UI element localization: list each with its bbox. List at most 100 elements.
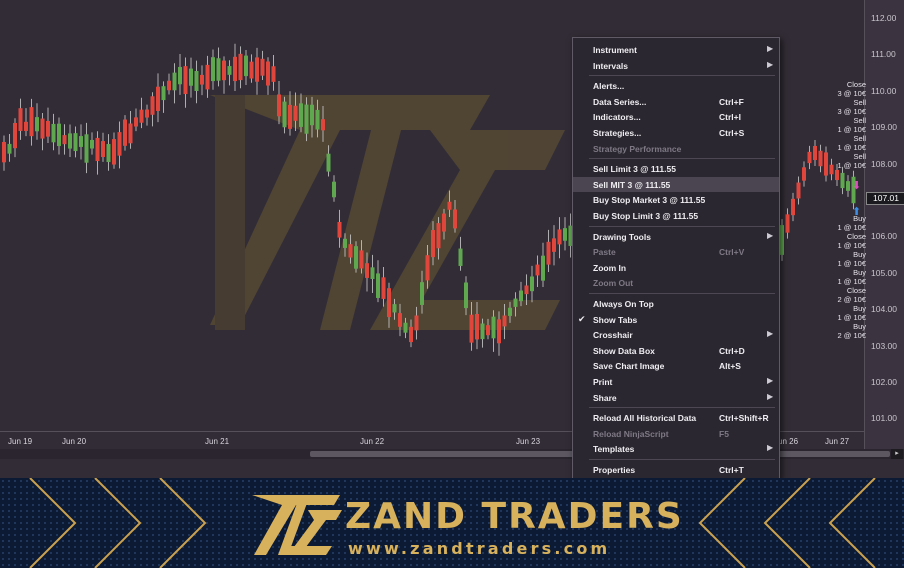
- candle-body: [802, 167, 806, 181]
- scroll-right-icon[interactable]: ▸: [891, 449, 903, 459]
- menu-item-properties[interactable]: Properties Ctrl+T: [573, 462, 779, 477]
- candle-body: [546, 241, 551, 265]
- candle-body: [172, 72, 177, 91]
- candle-body: [277, 94, 281, 117]
- candle-body: [392, 304, 397, 313]
- menu-item-label: Zoom In: [593, 262, 627, 273]
- menu-item-print[interactable]: Print ▶: [573, 374, 779, 389]
- candle-body: [62, 135, 67, 145]
- menu-item-label: Strategy Performance: [593, 143, 682, 154]
- price-axis[interactable]: 112.00111.00110.00109.00108.00107.00106.…: [864, 0, 904, 450]
- candle-body: [475, 314, 479, 340]
- menu-item-label: Strategies...: [593, 128, 642, 138]
- menu-item-label: Templates: [593, 444, 635, 455]
- menu-item-templates[interactable]: Templates ▶: [573, 441, 779, 456]
- menu-item-alerts[interactable]: Alerts...: [573, 78, 779, 93]
- candle-body: [502, 315, 507, 327]
- candle-body: [513, 298, 518, 307]
- candle-body: [2, 141, 6, 163]
- menu-item-label: Instrument: [593, 45, 637, 55]
- candle-body: [381, 277, 386, 299]
- candle-body: [255, 57, 259, 82]
- menu-item-label: Indicators...: [593, 112, 641, 123]
- order-label: Buy: [853, 268, 866, 277]
- menu-item-label: Properties: [593, 465, 636, 475]
- candle-body: [414, 315, 419, 331]
- menu-item-buy-stop-market-3-111-55[interactable]: Buy Stop Market 3 @ 111.55: [573, 192, 779, 207]
- candle-body: [315, 109, 320, 130]
- order-label: Sell: [853, 98, 866, 107]
- menu-item-shortcut: Ctrl+V: [719, 247, 745, 258]
- candle-body: [271, 66, 276, 82]
- menu-item-buy-stop-limit-3-111-55[interactable]: Buy Stop Limit 3 @ 111.55: [573, 208, 779, 223]
- candle-body: [13, 122, 17, 149]
- menu-item-indicators[interactable]: Indicators... Ctrl+I: [573, 109, 779, 124]
- time-axis-label: Jun 27: [825, 437, 850, 446]
- menu-separator: [589, 293, 775, 294]
- order-label: Buy: [853, 322, 866, 331]
- menu-item-instrument[interactable]: Instrument ▶: [573, 42, 779, 57]
- menu-item-show-data-box[interactable]: Show Data Box Ctrl+D: [573, 343, 779, 358]
- candle-body: [818, 150, 823, 167]
- menu-item-reload-all-historical-data[interactable]: Reload All Historical Data Ctrl+Shift+R: [573, 410, 779, 425]
- menu-item-always-on-top[interactable]: Always On Top: [573, 296, 779, 311]
- candle-body: [497, 319, 501, 344]
- menu-item-shortcut: Ctrl+T: [719, 465, 744, 475]
- candle-body: [167, 80, 171, 91]
- menu-item-intervals[interactable]: Intervals ▶: [573, 58, 779, 73]
- candle-body: [508, 307, 512, 316]
- menu-item-save-chart-image[interactable]: Save Chart Image Alt+S: [573, 358, 779, 373]
- candle-body: [40, 118, 45, 139]
- time-axis-label: Jun 19: [8, 437, 33, 446]
- candle-body: [150, 96, 155, 115]
- price-axis-label: 106.00: [871, 231, 897, 242]
- menu-item-sell-limit-3-111-55[interactable]: Sell Limit 3 @ 111.55: [573, 161, 779, 176]
- brand-name: ZAND TRADERS: [345, 496, 684, 537]
- candle-body: [84, 134, 89, 163]
- order-label: 1 @ 10€: [837, 313, 866, 322]
- candle-body: [260, 58, 265, 76]
- candle-body: [194, 71, 199, 91]
- candle-body: [321, 119, 325, 131]
- menu-item-drawing-tools[interactable]: Drawing Tools ▶: [573, 229, 779, 244]
- candle-body: [18, 108, 23, 131]
- candle-body: [791, 198, 795, 216]
- menu-item-show-tabs[interactable]: ✔ Show Tabs: [573, 312, 779, 327]
- menu-item-strategies[interactable]: Strategies... Ctrl+S: [573, 125, 779, 140]
- candle-body: [90, 139, 94, 149]
- candle-body: [519, 290, 523, 302]
- time-axis-label: Jun 22: [360, 437, 385, 446]
- candle-body: [376, 273, 380, 298]
- menu-item-zoom-in[interactable]: Zoom In: [573, 260, 779, 275]
- candle-body: [216, 58, 221, 81]
- menu-item-label: Zoom Out: [593, 278, 634, 289]
- candle-body: [403, 322, 408, 333]
- menu-item-crosshair[interactable]: Crosshair ▶: [573, 327, 779, 342]
- context-menu[interactable]: Instrument ▶ Intervals ▶ Alerts... Data Serie…: [572, 37, 780, 480]
- candle-body: [541, 255, 545, 281]
- menu-item-data-series[interactable]: Data Series... Ctrl+F: [573, 94, 779, 109]
- candle-body: [370, 267, 375, 279]
- candle-body: [304, 104, 309, 134]
- candle-body: [35, 117, 39, 132]
- time-axis-label: Jun 23: [516, 437, 541, 446]
- buy-arrow-icon: ⬆: [852, 206, 862, 218]
- candle-body: [51, 123, 56, 143]
- menu-item-sell-mit-3-111-55[interactable]: Sell MIT 3 @ 111.55: [573, 176, 779, 192]
- candle-body: [244, 55, 248, 77]
- current-price-marker: 107.01: [866, 192, 904, 205]
- candle-body: [398, 313, 402, 327]
- menu-separator: [589, 75, 775, 77]
- time-axis-label: Jun 20: [62, 437, 87, 446]
- menu-item-label: Share: [593, 392, 617, 403]
- price-axis-label: 111.00: [871, 49, 896, 60]
- candle-body: [189, 68, 193, 86]
- menu-item-shortcut: Ctrl+S: [719, 128, 745, 138]
- candle-body: [337, 221, 342, 238]
- menu-item-share[interactable]: Share ▶: [573, 390, 779, 405]
- order-label: Sell: [853, 152, 866, 161]
- order-label: 1 @ 10€: [837, 259, 866, 268]
- candle-body: [112, 139, 116, 165]
- order-label: 2 @ 10€: [837, 331, 866, 340]
- candle-body: [266, 61, 270, 86]
